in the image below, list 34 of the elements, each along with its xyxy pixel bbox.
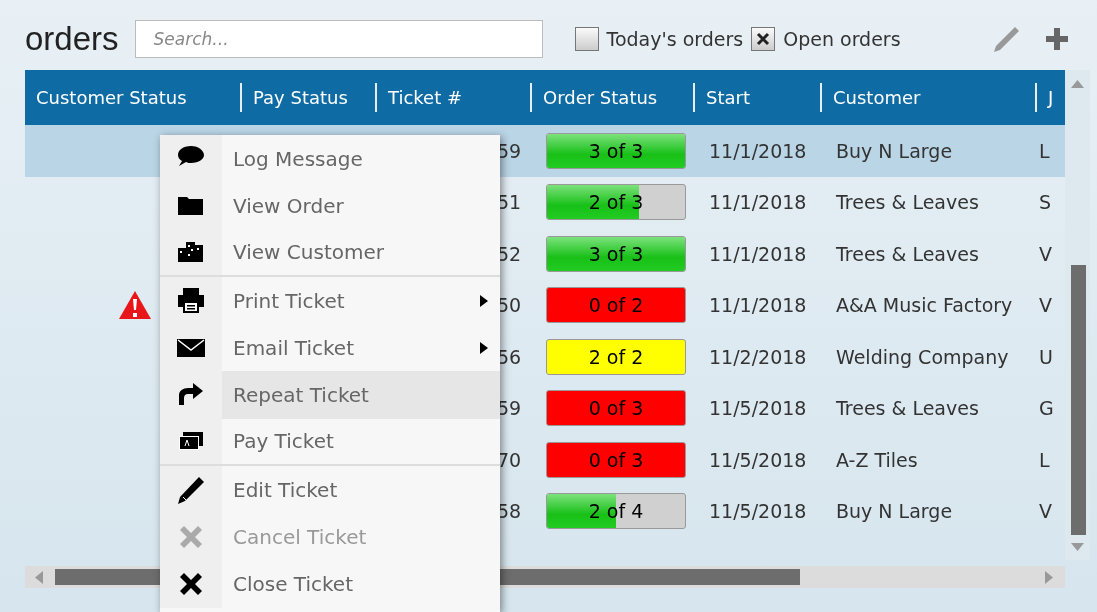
table-cell: Welding Company	[836, 345, 1009, 368]
table-cell: 11/1/2018	[709, 242, 807, 265]
checkbox-label: Today's orders	[606, 26, 744, 52]
table-cell: L	[1039, 139, 1050, 162]
table-cell: 11/1/2018	[709, 294, 807, 316]
table-cell: A-Z Tiles	[836, 448, 918, 471]
table-cell: G	[1039, 397, 1054, 419]
table-cell: 11/5/2018	[709, 448, 807, 471]
page-title: orders	[25, 19, 119, 60]
table-cell: 11/5/2018	[709, 500, 807, 522]
table-cell: L	[1039, 448, 1050, 471]
status-bar: 2 of 2	[546, 338, 686, 375]
checkbox-label: Open orders	[783, 26, 901, 52]
table-cell: 11/1/2018	[709, 191, 807, 213]
table-cell: V	[1039, 294, 1052, 316]
table-cell: Buy N Large	[836, 500, 953, 522]
table-cell: Buy N Large	[836, 139, 953, 162]
table-cell: 11/5/2018	[709, 397, 807, 419]
table-cell: Trees & Leaves	[836, 191, 979, 213]
table-cell: S	[1039, 191, 1052, 213]
table-cell: 70	[497, 448, 522, 471]
table-cell: V	[1039, 500, 1052, 522]
status-bar: 0 of 2	[546, 287, 686, 324]
table-cell: A&A Music Factory	[836, 294, 1013, 316]
table-cell: Trees & Leaves	[836, 242, 979, 265]
table-cell: 11/1/2018	[709, 139, 807, 162]
table-cell: Trees & Leaves	[836, 397, 979, 419]
table-cell: V	[1039, 242, 1052, 265]
status-bar: 3 of 3	[546, 132, 686, 169]
table-cell: U	[1039, 345, 1053, 368]
table-cell: 11/2/2018	[709, 345, 807, 368]
status-bar: 0 of 3	[546, 390, 686, 427]
status-bar: 3 of 3	[546, 235, 686, 272]
status-bar: 0 of 3	[546, 441, 686, 478]
